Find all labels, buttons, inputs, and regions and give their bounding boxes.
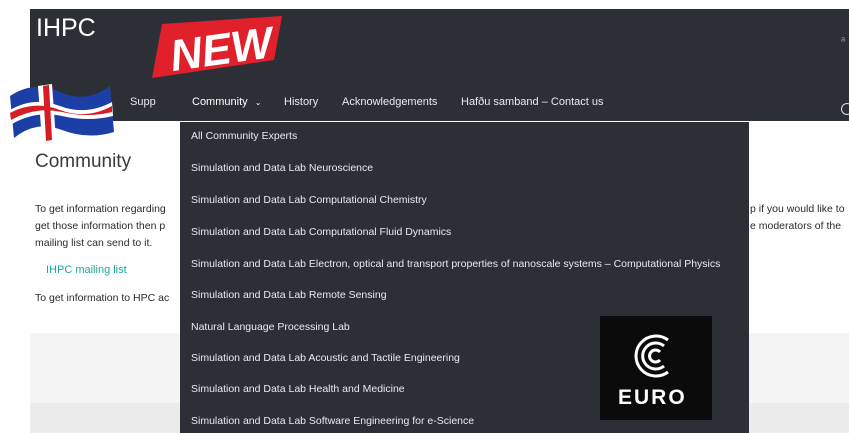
search-icon[interactable] xyxy=(841,103,849,115)
dropdown-item[interactable]: Simulation and Data Lab Electron, optica… xyxy=(191,258,720,270)
dropdown-item[interactable]: Simulation and Data Lab Acoustic and Tac… xyxy=(191,352,460,364)
chevron-down-icon: ⌄ xyxy=(254,98,262,107)
euro-logo-text: EURO xyxy=(618,386,687,409)
nav-item-history[interactable]: History xyxy=(284,96,318,108)
dropdown-item[interactable]: Simulation and Data Lab Neuroscience xyxy=(191,162,373,174)
paragraph-line: mailing list can send to it. xyxy=(35,237,153,249)
euro-logo-mark-icon xyxy=(634,334,669,378)
paragraph-line: p if you would like to xyxy=(750,203,845,215)
nav-item-community[interactable]: Community ⌄ xyxy=(192,96,261,108)
paragraph-line: To get information regarding xyxy=(35,203,166,215)
euro-logo: EURO xyxy=(600,316,712,420)
nav-item-support[interactable]: Supp xyxy=(130,96,156,108)
dropdown-item[interactable]: Simulation and Data Lab Health and Medic… xyxy=(191,383,405,395)
new-badge: NEW xyxy=(152,16,282,78)
paragraph-line: To get information to HPC ac xyxy=(35,292,170,304)
dropdown-item[interactable]: Simulation and Data Lab Computational Fl… xyxy=(191,226,451,238)
mailing-list-link[interactable]: IHPC mailing list xyxy=(46,264,127,276)
paragraph-line: get those information then p xyxy=(35,220,166,232)
rss-icon[interactable]: ᵃ xyxy=(841,35,849,47)
dropdown-item[interactable]: All Community Experts xyxy=(191,130,297,142)
page-title: Community xyxy=(35,151,132,172)
dropdown-item[interactable]: Simulation and Data Lab Computational Ch… xyxy=(191,194,427,206)
paragraph-line: e moderators of the xyxy=(750,220,842,232)
nav-item-community-label: Community xyxy=(192,96,248,108)
dropdown-item[interactable]: Simulation and Data Lab Software Enginee… xyxy=(191,415,474,427)
nav-item-contact[interactable]: Hafðu samband – Contact us xyxy=(461,96,603,108)
dropdown-item[interactable]: Natural Language Processing Lab xyxy=(191,321,350,333)
iceland-flag-icon xyxy=(10,84,114,142)
dropdown-item[interactable]: Simulation and Data Lab Remote Sensing xyxy=(191,289,387,301)
nav-item-acknowledgements[interactable]: Acknowledgements xyxy=(342,96,437,108)
site-brand[interactable]: IHPC xyxy=(36,14,96,43)
